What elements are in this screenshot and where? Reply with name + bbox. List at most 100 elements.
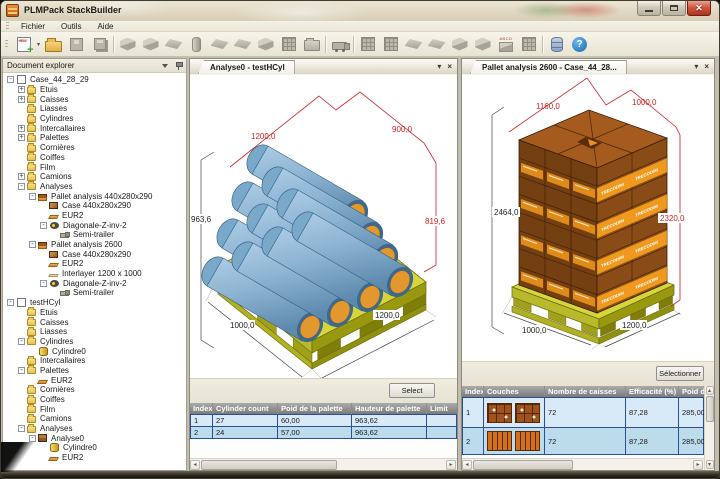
tree-item[interactable]: Semi-trailer (3, 230, 186, 240)
tree-expander-icon[interactable]: - (18, 425, 25, 433)
tree-item[interactable]: - Analyse0 (3, 433, 186, 443)
scroll-right-icon[interactable]: ▸ (446, 459, 456, 470)
tab-analyse0-testhcyl[interactable]: Analyse0 - testHCyl (198, 60, 295, 74)
tree-item[interactable]: Coiffes (3, 152, 186, 163)
toolbar-new-truck-button[interactable] (328, 34, 351, 55)
tree-item[interactable]: - Diagonale-Z-inv-2 (3, 278, 186, 288)
toolbar-case-analysis-button[interactable] (379, 34, 402, 55)
tree-item[interactable]: + Palettes (3, 132, 186, 143)
minimize-button[interactable] (637, 1, 661, 16)
toolbar-save-all-button[interactable] (88, 34, 111, 55)
toolbar-new-bundle-button[interactable] (162, 34, 185, 55)
right-horizontal-scrollbar[interactable]: ◂ ▸ (462, 458, 704, 470)
tree-item[interactable]: Cylindre0 (3, 346, 186, 356)
toolbar-new-pallet-film-button[interactable] (300, 34, 323, 55)
tree-item[interactable]: + Etuis (3, 84, 186, 95)
toolbar-database-button[interactable] (545, 34, 568, 55)
menu-fichier[interactable]: Fichier (13, 21, 53, 32)
table-row[interactable]: 2 72 87,28 285,00 (462, 427, 704, 455)
right-window-close-icon[interactable]: × (704, 62, 709, 71)
toolbar-save-button[interactable] (65, 34, 88, 55)
tree-item[interactable]: Intercallaires (3, 355, 186, 366)
tree-expander-icon[interactable]: + (18, 173, 25, 181)
tree-item[interactable]: Cylindre0 (3, 443, 186, 453)
tree-item[interactable]: - Analyses (3, 181, 186, 192)
tree-item[interactable]: Cornières (3, 142, 186, 153)
pin-icon[interactable] (175, 61, 183, 70)
tree-item[interactable]: Interlayer 1200 x 1000 (3, 269, 186, 279)
toolbar-pallet-analysis-button[interactable] (356, 34, 379, 55)
tree-expander-icon[interactable]: - (18, 337, 25, 345)
scrollbar-thumb[interactable] (705, 396, 714, 422)
tree-item[interactable]: - Diagonale-Z-inv-2 (3, 220, 186, 230)
left-horizontal-scrollbar[interactable]: ◂ ▸ (190, 458, 457, 470)
tree-item[interactable]: - testHCyl (3, 298, 186, 308)
tree-item[interactable]: - Case_44_28_29 (3, 75, 186, 85)
tree-expander-icon[interactable]: + (18, 86, 25, 94)
toolbar-new-cylinder-button[interactable] (185, 34, 208, 55)
maximize-button[interactable] (662, 1, 686, 16)
tab-pallet-analysis-2600[interactable]: Pallet analysis 2600 - Case_44_28... (470, 60, 627, 74)
tree-expander-icon[interactable]: - (29, 241, 36, 249)
scroll-left-icon[interactable]: ◂ (462, 459, 472, 470)
menu-aide[interactable]: Aide (89, 21, 121, 32)
table-row[interactable]: 2 24 57,00 963,62 (190, 426, 457, 439)
tree-item[interactable]: - Cylindres (3, 336, 186, 347)
scroll-up-icon[interactable]: ▴ (705, 386, 714, 395)
toolbar-bundle-analysis-button[interactable] (402, 34, 425, 55)
toolbar-case-layout-button[interactable] (517, 34, 540, 55)
tree-item[interactable]: EUR2 (3, 375, 186, 385)
tree-item[interactable]: Coiffes (3, 394, 186, 405)
title-bar[interactable]: PLMPack StackBuilder ✕ (1, 1, 719, 21)
left-window-close-icon[interactable]: × (447, 62, 452, 71)
toolbar-new-pallet-corners-button[interactable] (254, 34, 277, 55)
toolbar-new-pallet-cap-button[interactable] (277, 34, 300, 55)
tree-expander-icon[interactable]: - (40, 221, 47, 229)
tree-item[interactable]: EUR2 (3, 259, 186, 269)
scroll-right-icon[interactable]: ▸ (693, 459, 703, 470)
select-button[interactable]: Select (389, 383, 435, 398)
new-dropdown-icon[interactable]: ▾ (35, 34, 42, 55)
tree-expander-icon[interactable]: - (18, 182, 25, 190)
tree-item[interactable]: - Pallet analysis 2600 (3, 240, 186, 250)
toolbar-optim-analysis-button[interactable] (471, 34, 494, 55)
tree-item[interactable]: - Palettes (3, 365, 186, 376)
table-row[interactable]: 1 72 87,28 285,00 (462, 397, 704, 428)
tree-expander-icon[interactable]: - (7, 299, 14, 307)
tree-expander-icon[interactable]: - (29, 192, 36, 200)
tree-item[interactable]: - Analyses (3, 423, 186, 434)
toolbar-cylinder-analysis-button[interactable] (425, 34, 448, 55)
close-button[interactable]: ✕ (687, 1, 711, 16)
toolbar-help-button[interactable] (568, 34, 591, 55)
tree-expander-icon[interactable]: + (18, 134, 25, 142)
selectionner-button[interactable]: Sélectionner (656, 366, 704, 381)
tree-expander-icon[interactable]: + (18, 95, 25, 103)
tree-item[interactable]: Semi-trailer (3, 288, 186, 298)
tree-expander-icon[interactable]: + (18, 124, 25, 132)
toolbar-new-pallet-button[interactable] (208, 34, 231, 55)
cylinder-pallet-3d-view[interactable]: 1200,0 900,0 963,6 819,6 1000,0 1200,0 (190, 75, 457, 378)
tree-item[interactable]: Case 440x280x290 (3, 249, 186, 259)
toolbar-new-button[interactable] (12, 34, 35, 56)
tree-expander-icon[interactable]: - (18, 366, 25, 374)
tree-expander-icon[interactable]: - (29, 434, 36, 442)
scrollbar-thumb[interactable] (473, 460, 573, 470)
tree-item[interactable]: + Camions (3, 171, 186, 182)
right-vertical-scrollbar[interactable]: ▴ ▾ (704, 386, 714, 470)
tree-item[interactable]: Film (3, 404, 186, 414)
tree-item[interactable]: Caisses (3, 317, 186, 327)
case-pallet-3d-view[interactable]: TRECODIM TRECODIM TRECODIM TRECODIM TRECOD… (462, 75, 714, 361)
right-window-menu-icon[interactable]: ▾ (694, 62, 698, 71)
tree-item[interactable]: Etuis (3, 307, 186, 318)
scrollbar-thumb[interactable] (201, 460, 337, 470)
tree-item[interactable]: Liasses (3, 103, 186, 114)
tree-item[interactable]: Liasses (3, 326, 186, 337)
tree-item[interactable]: Camions (3, 413, 186, 424)
tree-item[interactable]: + Caisses (3, 94, 186, 104)
toolbar-stack-analysis-button[interactable] (448, 34, 471, 55)
toolbar-new-box-button[interactable] (139, 34, 162, 55)
scroll-down-icon[interactable]: ▾ (705, 460, 714, 469)
toolbar-abcd-analysis-button[interactable] (494, 34, 517, 55)
tree-item[interactable]: Cornières (3, 384, 186, 395)
toolbar-new-interlayer-button[interactable] (231, 34, 254, 55)
